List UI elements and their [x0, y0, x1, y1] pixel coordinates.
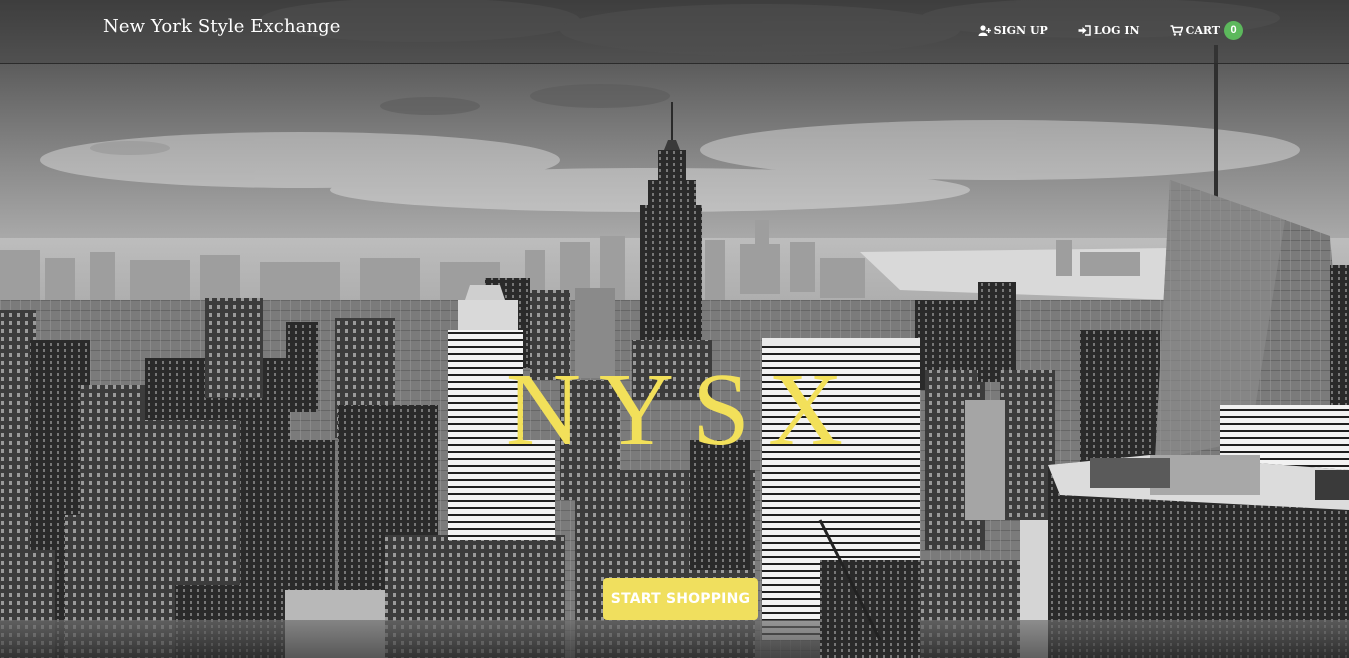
hero-background [0, 0, 1349, 658]
sign-in-icon [1078, 24, 1091, 36]
cart-link[interactable]: CART 0 [1170, 20, 1243, 40]
cart-label: CART [1185, 23, 1220, 37]
top-navbar: New York Style Exchange SIGN UP LOG IN C… [0, 0, 1349, 64]
shopping-cart-icon [1170, 24, 1183, 36]
user-plus-icon [978, 24, 991, 36]
signup-link[interactable]: SIGN UP [978, 22, 1048, 38]
start-shopping-button[interactable]: START SHOPPING [603, 578, 758, 620]
hero-title: NYSX [505, 352, 862, 467]
signup-label: SIGN UP [993, 23, 1048, 37]
nav-links: SIGN UP LOG IN CART 0 [948, 20, 1243, 40]
cart-count-badge: 0 [1224, 20, 1243, 40]
login-link[interactable]: LOG IN [1078, 22, 1140, 38]
login-label: LOG IN [1093, 23, 1140, 37]
brand-link[interactable]: New York Style Exchange [103, 16, 341, 37]
